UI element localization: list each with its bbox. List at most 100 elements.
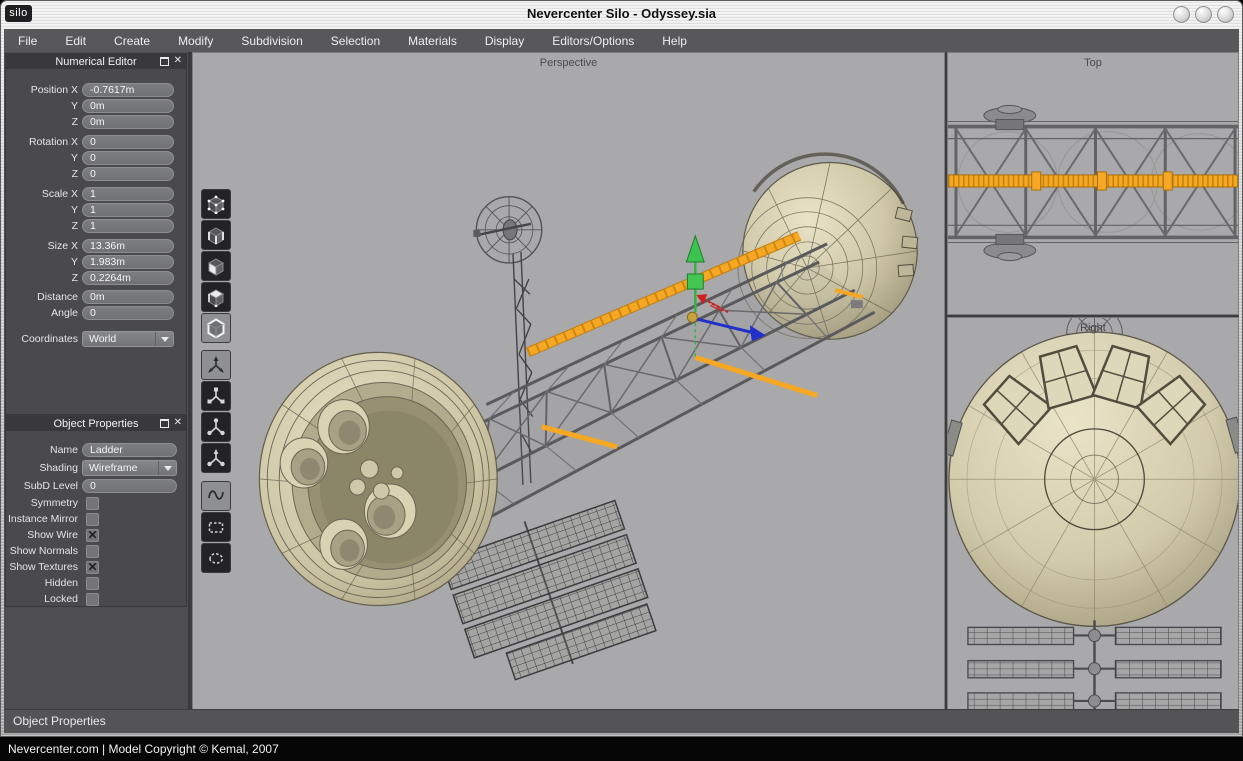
menu-edit[interactable]: Edit — [51, 34, 100, 48]
menu-modify[interactable]: Modify — [164, 34, 227, 48]
menu-bar: File Edit Create Modify Subdivision Sele… — [4, 29, 1239, 53]
footer-bar: Nevercenter.com | Model Copyright © Kema… — [0, 737, 1243, 761]
solar-panels-right-view — [968, 620, 1221, 709]
instance-mirror-label: Instance Mirror — [6, 513, 82, 525]
rotate-tool-button[interactable] — [201, 412, 231, 442]
field-label: Z — [6, 220, 82, 232]
close-icon[interactable]: ✕ — [174, 418, 182, 428]
manipulator-toolbar — [201, 350, 231, 474]
scale-x-field[interactable]: 1 — [82, 187, 174, 201]
name-field[interactable]: Ladder — [82, 443, 177, 457]
scale-y-field[interactable]: 1 — [82, 203, 174, 217]
menu-materials[interactable]: Materials — [394, 34, 471, 48]
locked-checkbox[interactable] — [86, 593, 99, 606]
numerical-editor-header[interactable]: Numerical Editor ✕ — [6, 54, 186, 69]
field-label: Size X — [6, 240, 82, 252]
face-mode-button[interactable] — [201, 251, 231, 281]
app-window: silo Nevercenter Silo - Odyssey.sia File… — [0, 0, 1243, 737]
spacecraft-model — [193, 53, 944, 709]
menu-display[interactable]: Display — [471, 34, 538, 48]
numerical-editor-panel: Numerical Editor ✕ Position X-0.7617m Y0… — [5, 53, 187, 415]
position-x-field[interactable]: -0.7617m — [82, 83, 174, 97]
truss-structure — [449, 244, 875, 521]
size-y-field[interactable]: 1.983m — [82, 255, 174, 269]
lasso-select-button[interactable] — [201, 543, 231, 573]
subd-level-label: SubD Level — [6, 480, 82, 492]
selection-mode-toolbar — [201, 189, 231, 344]
right-viewport[interactable]: Right — [947, 317, 1239, 710]
vertex-mode-button[interactable] — [201, 189, 231, 219]
menu-create[interactable]: Create — [100, 34, 164, 48]
window-title: Nevercenter Silo - Odyssey.sia — [0, 0, 1243, 28]
menu-help[interactable]: Help — [648, 34, 701, 48]
chevron-down-icon — [164, 466, 172, 471]
scale-tool-button[interactable] — [201, 381, 231, 411]
object-properties-header[interactable]: Object Properties ✕ — [6, 416, 186, 431]
right-viewport-column: Top — [947, 52, 1239, 710]
rotation-y-field[interactable]: 0 — [82, 151, 174, 165]
command-sphere-right-view — [948, 332, 1238, 626]
menu-subdivision[interactable]: Subdivision — [227, 34, 316, 48]
content-area: Numerical Editor ✕ Position X-0.7617m Y0… — [4, 52, 1239, 710]
rect-select-button[interactable] — [201, 512, 231, 542]
status-text: Object Properties — [13, 714, 106, 728]
maximize-icon[interactable] — [160, 419, 169, 428]
field-label: Z — [6, 168, 82, 180]
object-mode-button[interactable] — [201, 313, 231, 343]
field-label: Z — [6, 116, 82, 128]
menu-file[interactable]: File — [4, 34, 51, 48]
show-normals-checkbox[interactable] — [86, 545, 99, 558]
scale-z-field[interactable]: 1 — [82, 219, 174, 233]
show-wire-checkbox[interactable] — [86, 529, 99, 542]
shading-dropdown[interactable]: Wireframe — [82, 460, 177, 476]
size-x-field[interactable]: 13.36m — [82, 239, 174, 253]
field-label: Rotation X — [6, 136, 82, 148]
hidden-label: Hidden — [6, 577, 82, 589]
chevron-down-icon — [161, 337, 169, 342]
move-tool-button[interactable] — [201, 350, 231, 380]
multi-mode-button[interactable] — [201, 282, 231, 312]
selected-ladder-top-view[interactable] — [948, 172, 1238, 190]
top-viewport-label: Top — [948, 57, 1238, 69]
show-textures-checkbox[interactable] — [86, 561, 99, 574]
angle-field[interactable]: 0 — [82, 306, 174, 320]
close-icon[interactable]: ✕ — [174, 56, 182, 66]
instance-mirror-checkbox[interactable] — [86, 513, 99, 526]
name-label: Name — [6, 444, 82, 456]
perspective-viewport[interactable]: Perspective — [192, 52, 945, 710]
paint-select-button[interactable] — [201, 481, 231, 511]
show-wire-label: Show Wire — [6, 529, 82, 541]
field-label: Position X — [6, 84, 82, 96]
field-label: Angle — [6, 307, 82, 319]
rotation-x-field[interactable]: 0 — [82, 135, 174, 149]
engine-section — [259, 352, 497, 605]
show-textures-label: Show Textures — [6, 561, 82, 573]
rotation-z-field[interactable]: 0 — [82, 167, 174, 181]
subd-level-field[interactable]: 0 — [82, 479, 177, 493]
symmetry-checkbox[interactable] — [86, 497, 99, 510]
menu-selection[interactable]: Selection — [317, 34, 394, 48]
right-view-model — [948, 318, 1238, 709]
hidden-checkbox[interactable] — [86, 577, 99, 590]
maximize-icon[interactable] — [160, 57, 169, 66]
show-normals-label: Show Normals — [6, 545, 82, 557]
window-control-3-icon[interactable] — [1217, 6, 1234, 23]
size-z-field[interactable]: 0.2264m — [82, 271, 174, 285]
right-viewport-label: Right — [948, 322, 1238, 334]
window-control-1-icon[interactable] — [1173, 6, 1190, 23]
title-bar[interactable]: silo Nevercenter Silo - Odyssey.sia — [0, 0, 1243, 28]
coordinates-dropdown[interactable]: World — [82, 331, 174, 347]
window-control-2-icon[interactable] — [1195, 6, 1212, 23]
field-label: Y — [6, 256, 82, 268]
coordinates-label: Coordinates — [6, 333, 82, 345]
sidebar: Numerical Editor ✕ Position X-0.7617m Y0… — [4, 52, 190, 710]
universal-tool-button[interactable] — [201, 443, 231, 473]
edge-mode-button[interactable] — [201, 220, 231, 250]
perspective-viewport-label: Perspective — [193, 57, 944, 69]
position-y-field[interactable]: 0m — [82, 99, 174, 113]
position-z-field[interactable]: 0m — [82, 115, 174, 129]
field-label: Y — [6, 100, 82, 112]
top-viewport[interactable]: Top — [947, 52, 1239, 315]
menu-editors-options[interactable]: Editors/Options — [538, 34, 648, 48]
distance-field[interactable]: 0m — [82, 290, 174, 304]
